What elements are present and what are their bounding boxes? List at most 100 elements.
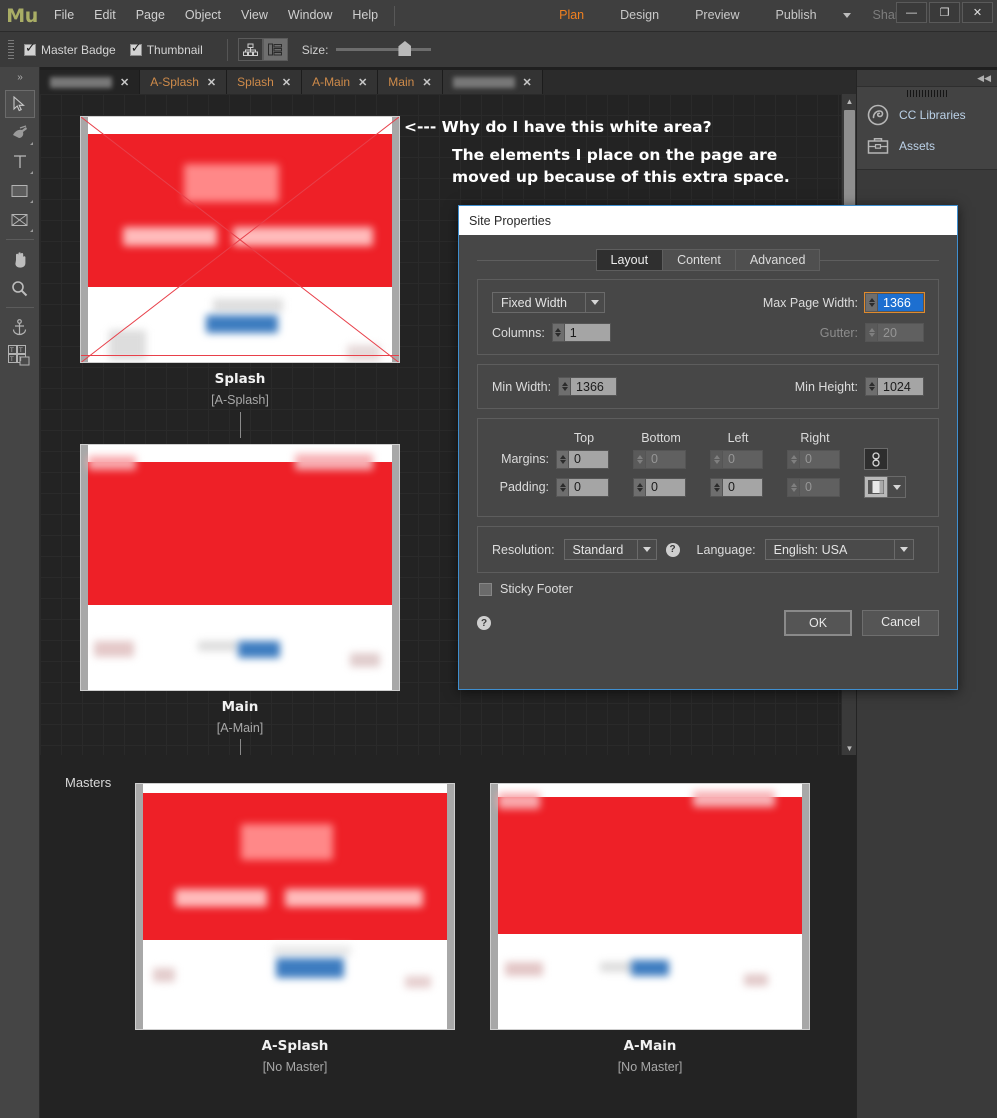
mode-preview[interactable]: Preview [677, 0, 757, 31]
text-frame-tool[interactable]: T T T T [5, 342, 35, 370]
min-height-stepper[interactable]: 1024 [865, 377, 924, 396]
edge-preview-icon[interactable] [864, 476, 888, 498]
dialog-tab-content[interactable]: Content [662, 249, 735, 271]
hierarchy-view-button[interactable] [237, 38, 263, 61]
resolution-select[interactable]: Standard [563, 539, 657, 560]
checkbox-icon[interactable] [129, 41, 142, 56]
tab-splash[interactable]: Splash ✕ [227, 70, 303, 94]
padding-edge-select[interactable] [864, 476, 906, 498]
mode-publish-group[interactable]: Publish [758, 0, 855, 31]
margin-top-stepper[interactable]: 0 [556, 449, 609, 469]
tab-close-icon[interactable]: ✕ [282, 76, 291, 89]
hand-tool[interactable] [5, 245, 35, 273]
panel-collapse-icon[interactable]: » [0, 67, 40, 87]
menu-page[interactable]: Page [126, 0, 175, 31]
padding-top-stepper[interactable]: 0 [556, 477, 609, 497]
menu-help[interactable]: Help [342, 0, 388, 31]
padding-bottom-value[interactable]: 0 [646, 477, 686, 497]
mode-publish[interactable]: Publish [758, 0, 835, 31]
min-height-value[interactable]: 1024 [878, 377, 924, 396]
master-card-a-main[interactable]: A-Main [No Master] [490, 783, 810, 1074]
thumbnail-size-slider[interactable] [336, 41, 432, 56]
resolution-help-icon[interactable]: ? [665, 542, 680, 557]
zoom-tool[interactable] [5, 274, 35, 302]
panel-item-cc-libraries[interactable]: CC Libraries [857, 99, 997, 131]
panel-collapse-icon[interactable]: ◀◀ [857, 70, 997, 86]
page-card-splash[interactable]: Splash [A-Splash] [80, 116, 400, 407]
cancel-button[interactable]: Cancel [862, 610, 939, 636]
drag-grip-icon[interactable] [8, 39, 14, 60]
checkbox-icon[interactable] [24, 41, 36, 56]
tool-flyout-marker[interactable] [29, 200, 33, 203]
tab-close-icon[interactable]: ✕ [120, 76, 129, 89]
tab-5[interactable]: ✕ [442, 70, 543, 94]
layout-mode-select[interactable]: Fixed Width [492, 292, 605, 313]
language-select[interactable]: English: USA [764, 539, 914, 560]
padding-left-stepper[interactable]: 0 [710, 477, 763, 497]
chevron-down-icon[interactable] [893, 540, 913, 559]
tab-close-icon[interactable]: ✕ [358, 76, 367, 89]
site-properties-dialog[interactable]: Site Properties Layout Content Advanced … [458, 205, 958, 690]
rectangle-tool[interactable] [5, 177, 35, 205]
stepper-arrows[interactable] [633, 477, 646, 497]
menu-window[interactable]: Window [278, 0, 342, 31]
slider-handle[interactable] [398, 41, 412, 56]
text-tool[interactable] [5, 148, 35, 176]
menu-view[interactable]: View [231, 0, 278, 31]
sticky-footer-checkbox[interactable]: Sticky Footer [479, 582, 939, 596]
padding-top-value[interactable]: 0 [569, 477, 609, 497]
dialog-tab-layout[interactable]: Layout [595, 249, 663, 271]
menu-object[interactable]: Object [175, 0, 231, 31]
tool-flyout-marker[interactable] [29, 229, 33, 232]
tab-close-icon[interactable]: ✕ [422, 76, 431, 89]
menu-file[interactable]: File [44, 0, 84, 31]
tab-0[interactable]: ✕ [40, 70, 141, 94]
tab-a-main[interactable]: A-Main ✕ [302, 70, 379, 94]
chevron-down-icon[interactable] [888, 476, 906, 498]
padding-left-value[interactable]: 0 [723, 477, 763, 497]
max-page-width-value[interactable]: 1366 [878, 293, 924, 312]
stepper-arrows[interactable] [710, 477, 723, 497]
list-view-button[interactable] [262, 38, 288, 61]
dialog-tab-advanced[interactable]: Advanced [734, 249, 821, 271]
stepper-arrows[interactable] [556, 449, 569, 469]
tab-close-icon[interactable]: ✕ [207, 76, 216, 89]
thumbnail-checkbox[interactable]: Thumbnail [129, 41, 203, 57]
scrollbar-thumb[interactable] [844, 110, 855, 218]
tab-close-icon[interactable]: ✕ [523, 76, 532, 89]
min-width-value[interactable]: 1366 [571, 377, 618, 396]
panel-drag-grip-icon[interactable] [857, 87, 997, 99]
stepper-arrows[interactable] [558, 377, 572, 396]
page-thumbnail-main[interactable] [80, 444, 400, 691]
panel-item-assets[interactable]: Assets [857, 131, 997, 161]
scroll-down-icon[interactable]: ▼ [842, 741, 856, 755]
max-page-width-stepper[interactable]: 1366 [864, 292, 925, 313]
checkbox-icon[interactable] [479, 582, 492, 596]
mode-design[interactable]: Design [602, 0, 677, 31]
page-card-main[interactable]: Main [A-Main] [80, 444, 400, 735]
stepper-arrows[interactable] [551, 323, 565, 342]
stepper-arrows[interactable] [865, 377, 878, 396]
min-width-stepper[interactable]: 1366 [558, 377, 618, 396]
columns-value[interactable]: 1 [564, 323, 611, 342]
selection-tool[interactable] [4, 90, 35, 118]
master-thumbnail-a-main[interactable] [490, 783, 810, 1030]
master-card-a-splash[interactable]: A-Splash [No Master] [135, 783, 455, 1074]
anchor-tool[interactable] [5, 313, 35, 341]
chevron-down-icon[interactable] [585, 293, 604, 312]
stepper-arrows[interactable] [865, 293, 878, 312]
tool-flyout-marker[interactable] [29, 142, 33, 145]
padding-bottom-stepper[interactable]: 0 [633, 477, 686, 497]
master-thumbnail-a-splash[interactable] [135, 783, 455, 1030]
tab-a-splash[interactable]: A-Splash ✕ [140, 70, 228, 94]
scroll-up-icon[interactable]: ▲ [842, 94, 856, 108]
tab-main[interactable]: Main ✕ [378, 70, 443, 94]
chevron-down-icon[interactable] [842, 13, 851, 18]
ok-button[interactable]: OK [784, 610, 853, 636]
crop-tool[interactable] [5, 119, 35, 147]
master-badge-checkbox[interactable]: Master Badge [24, 41, 116, 57]
chevron-down-icon[interactable] [636, 540, 656, 559]
maximize-button[interactable]: ❐ [929, 2, 960, 23]
dialog-help-icon[interactable]: ? [477, 616, 491, 630]
mode-plan[interactable]: Plan [541, 0, 602, 31]
